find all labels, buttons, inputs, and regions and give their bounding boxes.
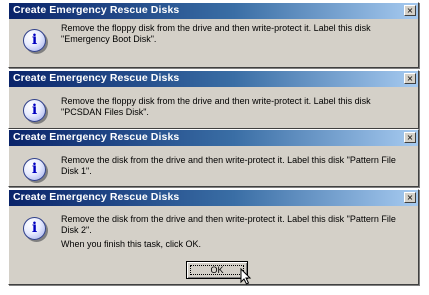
rescue-dialog-4: Create Emergency Rescue Disks × i Remove… — [8, 189, 419, 285]
dialog-titlebar[interactable]: Create Emergency Rescue Disks × — [9, 130, 418, 146]
info-icon: i — [23, 217, 46, 240]
info-icon: i — [23, 99, 46, 122]
close-button[interactable]: × — [404, 192, 416, 203]
dialog-message: Remove the floppy disk from the drive an… — [61, 96, 371, 117]
dialog-message: Remove the floppy disk from the drive an… — [61, 23, 371, 44]
info-icon: i — [23, 158, 46, 181]
info-icon: i — [23, 29, 46, 52]
dialog-instruction: When you finish this task, click OK. — [61, 239, 202, 249]
mouse-cursor-icon — [240, 268, 252, 285]
dialog-title: Create Emergency Rescue Disks — [13, 4, 180, 16]
ok-button[interactable]: OK — [186, 261, 248, 279]
dialog-titlebar[interactable]: Create Emergency Rescue Disks × — [9, 3, 418, 19]
dialog-titlebar[interactable]: Create Emergency Rescue Disks × — [9, 190, 418, 206]
dialog-message: Remove the disk from the drive and then … — [61, 214, 396, 235]
close-button[interactable]: × — [404, 5, 416, 16]
dialog-message-block: Remove the disk from the drive and then … — [61, 214, 406, 250]
focus-rect — [190, 265, 244, 275]
dialog-title: Create Emergency Rescue Disks — [13, 72, 180, 84]
dialog-titlebar[interactable]: Create Emergency Rescue Disks × — [9, 71, 418, 87]
rescue-dialog-3: Create Emergency Rescue Disks × i Remove… — [8, 129, 419, 187]
close-button[interactable]: × — [404, 73, 416, 84]
rescue-dialog-2: Create Emergency Rescue Disks × i Remove… — [8, 70, 419, 129]
dialog-title: Create Emergency Rescue Disks — [13, 131, 180, 143]
rescue-dialog-1: Create Emergency Rescue Disks × i Remove… — [8, 2, 419, 68]
dialog-message: Remove the disk from the drive and then … — [61, 155, 396, 176]
dialog-title: Create Emergency Rescue Disks — [13, 191, 180, 203]
close-button[interactable]: × — [404, 132, 416, 143]
